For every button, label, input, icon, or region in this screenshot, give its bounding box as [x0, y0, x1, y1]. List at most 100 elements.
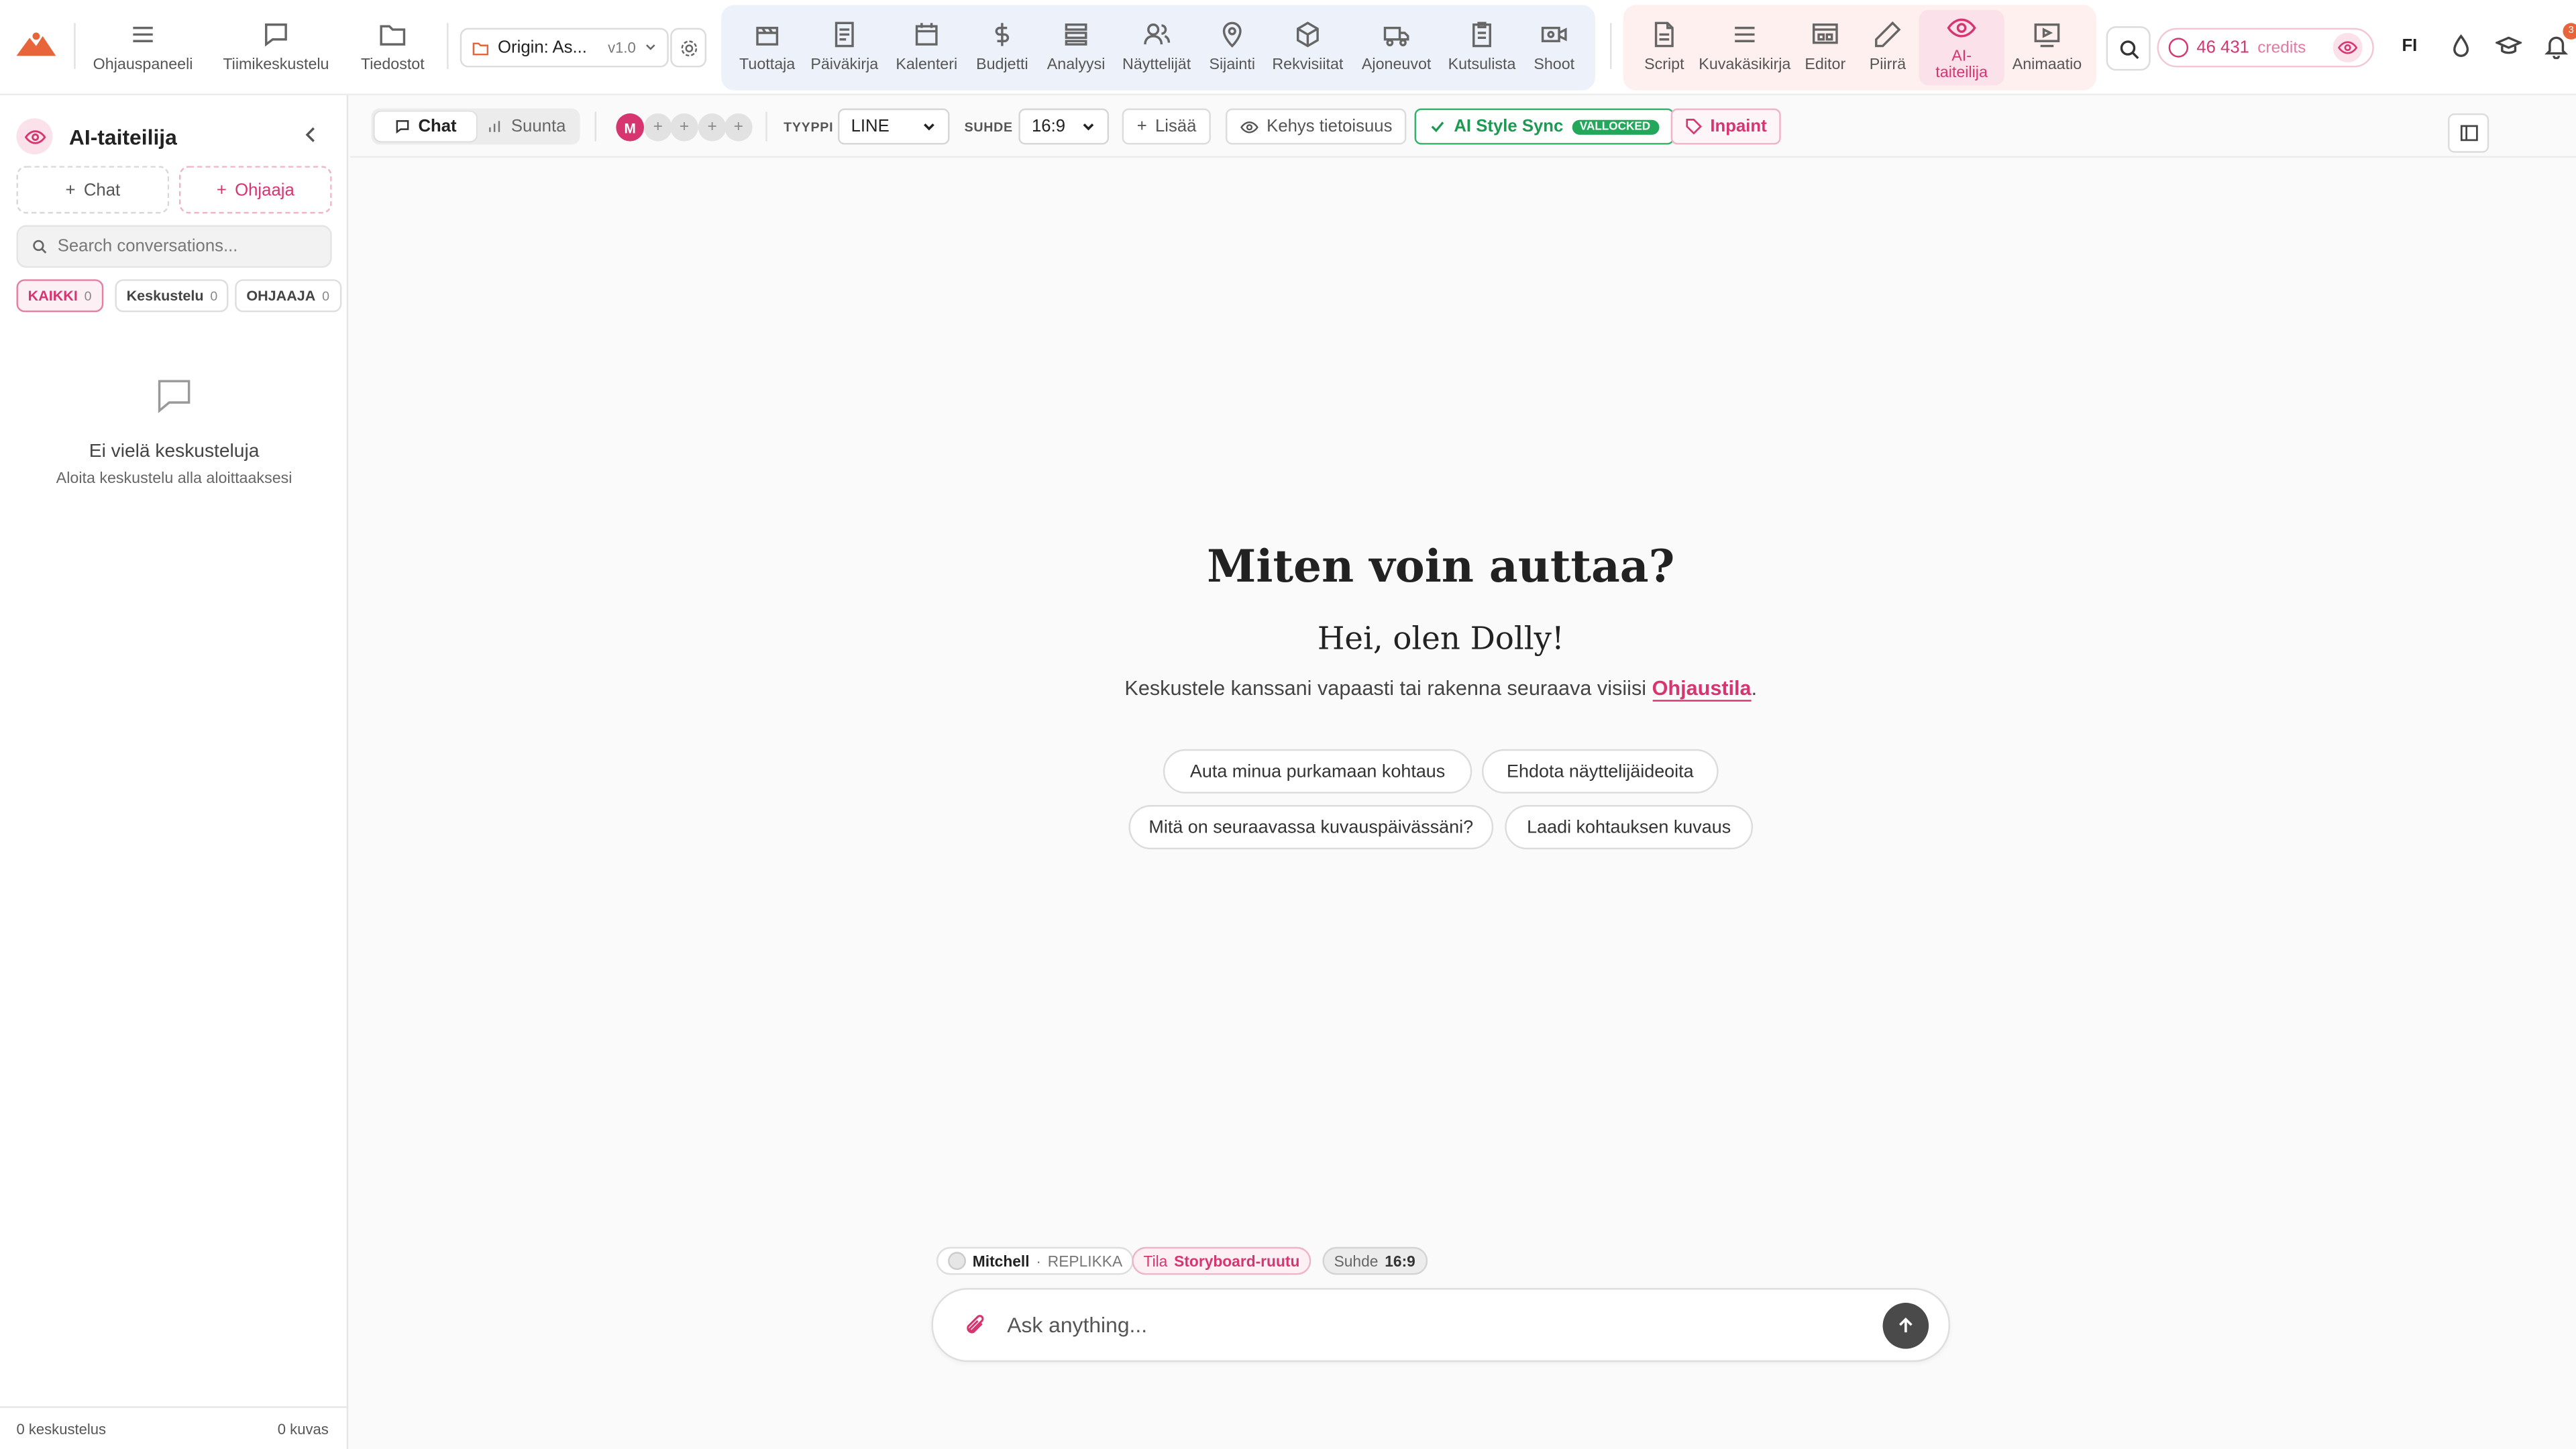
map-pin-icon [1222, 21, 1242, 47]
nav-label: Tiedostot [360, 55, 425, 73]
tool-ai-taiteilija[interactable]: AI-taiteilija [1919, 9, 2004, 86]
tool-kutsulista[interactable]: Kutsulista [1442, 7, 1521, 86]
credits-amount: 46 431 [2196, 38, 2249, 58]
eye-icon [1240, 120, 1258, 133]
type-label: TYYPPI [784, 119, 834, 135]
mode-chat-tab[interactable]: Chat [374, 111, 476, 142]
tool-label: Rekvisiitat [1272, 55, 1344, 73]
project-selector[interactable]: Origin: As... v1.0 [460, 28, 669, 68]
eye-icon[interactable] [2332, 32, 2363, 63]
tool-tuottaja[interactable]: Tuottaja [733, 7, 802, 86]
message-input[interactable]: Ask anything... [1007, 1313, 1863, 1338]
mode-direction-tab[interactable]: Suunta [476, 112, 577, 142]
tool-label: Sijainti [1209, 55, 1256, 73]
toggle-panel-button[interactable] [2448, 113, 2489, 153]
plus-icon: + [216, 180, 227, 200]
project-settings-button[interactable] [670, 28, 707, 68]
tool-label: Shoot [1534, 55, 1575, 73]
tool-editor[interactable]: Editor [1797, 7, 1853, 86]
notification-badge: 3 [2563, 23, 2576, 40]
divider [74, 23, 76, 69]
paperclip-icon[interactable] [963, 1313, 987, 1338]
credits-indicator[interactable]: 46 431 credits [2157, 28, 2374, 68]
tool-rekvisiitat[interactable]: Rekvisiitat [1269, 7, 1348, 86]
tool-ajoneuvot[interactable]: Ajoneuvot [1357, 7, 1436, 86]
new-chat-button[interactable]: + Chat [16, 166, 170, 214]
filter-ohjaaja[interactable]: OHJAAJA 0 [235, 279, 341, 313]
message-composer[interactable]: Ask anything... [931, 1288, 1950, 1362]
tool-label: Analyysi [1046, 55, 1106, 73]
welcome-greeting: Hei, olen Dolly! [1317, 621, 1564, 657]
app-logo[interactable] [16, 30, 56, 59]
add-member-button[interactable]: + [670, 113, 698, 142]
ratio-value: 16:9 [1031, 116, 1066, 137]
add-member-button[interactable]: + [644, 113, 672, 142]
graduation-cap-icon[interactable] [2494, 33, 2524, 59]
empty-title: Ei vielä keskusteluja [89, 441, 260, 462]
collapse-sidebar-icon[interactable] [301, 123, 320, 146]
global-search-button[interactable] [2106, 26, 2151, 71]
ratio-select[interactable]: 16:9 [1018, 108, 1110, 145]
tool-nayttelijat[interactable]: Näyttelijät [1117, 7, 1196, 86]
nav-ohjauspaneeli[interactable]: Ohjauspaneeli [89, 7, 197, 86]
nav-label: Ohjauspaneeli [93, 55, 193, 73]
project-name: Origin: As... [498, 38, 587, 58]
box-icon [1296, 21, 1319, 47]
tool-analyysi[interactable]: Analyysi [1042, 7, 1111, 86]
director-mode-link[interactable]: Ohjaustila [1652, 676, 1752, 702]
language-switcher[interactable]: FI [2402, 36, 2417, 56]
video-camera-icon [1541, 25, 1567, 42]
tool-label: Näyttelijät [1122, 55, 1191, 73]
nav-tiedostot[interactable]: Tiedostot [352, 7, 433, 86]
tool-shoot[interactable]: Shoot [1528, 7, 1580, 86]
suggestion-chip[interactable]: Laadi kohtauksen kuvaus [1505, 805, 1754, 850]
plus-icon: + [1136, 116, 1147, 137]
tool-piirra[interactable]: Piirrä [1863, 7, 1912, 86]
tool-label: Script [1644, 55, 1684, 73]
suggestion-chip[interactable]: Mitä on seuraavassa kuvauspäivässäni? [1128, 805, 1494, 850]
add-button[interactable]: + Lisää [1122, 108, 1212, 145]
filter-kaikki[interactable]: KAIKKI 0 [16, 279, 103, 313]
tool-paivakirja[interactable]: Päiväkirja [808, 7, 881, 86]
avatar[interactable]: M [616, 113, 645, 142]
tool-label: Tuottaja [739, 55, 796, 73]
clipboard-icon [1472, 21, 1491, 47]
conversation-sidebar: AI-taiteilija + Chat + Ohjaaja Search co… [0, 95, 349, 1449]
nav-tiimikeskustelu[interactable]: Tiimikeskustelu [213, 7, 338, 86]
tool-kalenteri[interactable]: Kalenteri [890, 7, 963, 86]
tool-kuvakasikirja[interactable]: Kuvakäsikirja [1699, 7, 1790, 86]
ratio-context-label: Suhde [1334, 1252, 1379, 1269]
filter-keskustelu[interactable]: Keskustelu 0 [115, 279, 229, 313]
suggestion-chip[interactable]: Auta minua purkamaan kohtaus [1163, 749, 1472, 794]
add-member-button[interactable]: + [724, 113, 753, 142]
tool-label: Kutsulista [1448, 55, 1516, 73]
ai-style-sync-button[interactable]: AI Style Sync VALLOCKED [1414, 108, 1674, 145]
tool-script[interactable]: Script [1636, 7, 1692, 86]
new-director-button[interactable]: + Ohjaaja [178, 166, 332, 214]
chevron-down-icon [646, 44, 655, 50]
conversation-search-input[interactable]: Search conversations... [16, 225, 332, 268]
eye-icon [1947, 18, 1976, 38]
add-member-button[interactable]: + [698, 113, 727, 142]
new-chat-label: Chat [83, 180, 121, 200]
drop-icon[interactable] [2448, 33, 2474, 59]
welcome-heading: Miten voin auttaa? [1207, 542, 1675, 594]
suggestion-chip[interactable]: Ehdota näyttelijäideoita [1481, 749, 1719, 794]
character-context-chip[interactable]: Mitchell · REPLIKKA [936, 1246, 1134, 1275]
bar-chart-icon [489, 121, 500, 132]
credits-ring-icon [2168, 38, 2189, 58]
tool-sijainti[interactable]: Sijainti [1203, 7, 1262, 86]
tool-animaatio[interactable]: Animaatio [2011, 7, 2084, 86]
ratio-context-chip[interactable]: Suhde 16:9 [1322, 1246, 1427, 1275]
type-select[interactable]: LINE [837, 108, 950, 145]
tool-label: Piirrä [1869, 55, 1907, 73]
frame-awareness-button[interactable]: Kehys tietoisuus [1225, 108, 1407, 145]
inpaint-label: Inpaint [1710, 116, 1767, 137]
tool-budjetti[interactable]: Budjetti [969, 7, 1035, 86]
welcome-hero: Miten voin auttaa? Hei, olen Dolly! Kesk… [350, 542, 2532, 702]
send-button[interactable] [1882, 1301, 1929, 1348]
inpaint-button[interactable]: Inpaint [1670, 108, 1782, 145]
mode-direction-label: Suunta [511, 116, 566, 137]
empty-conversations: Ei vielä keskusteluja Aloita keskustelu … [0, 374, 348, 488]
mode-context-chip[interactable]: Tila Storyboard-ruutu [1132, 1246, 1311, 1275]
